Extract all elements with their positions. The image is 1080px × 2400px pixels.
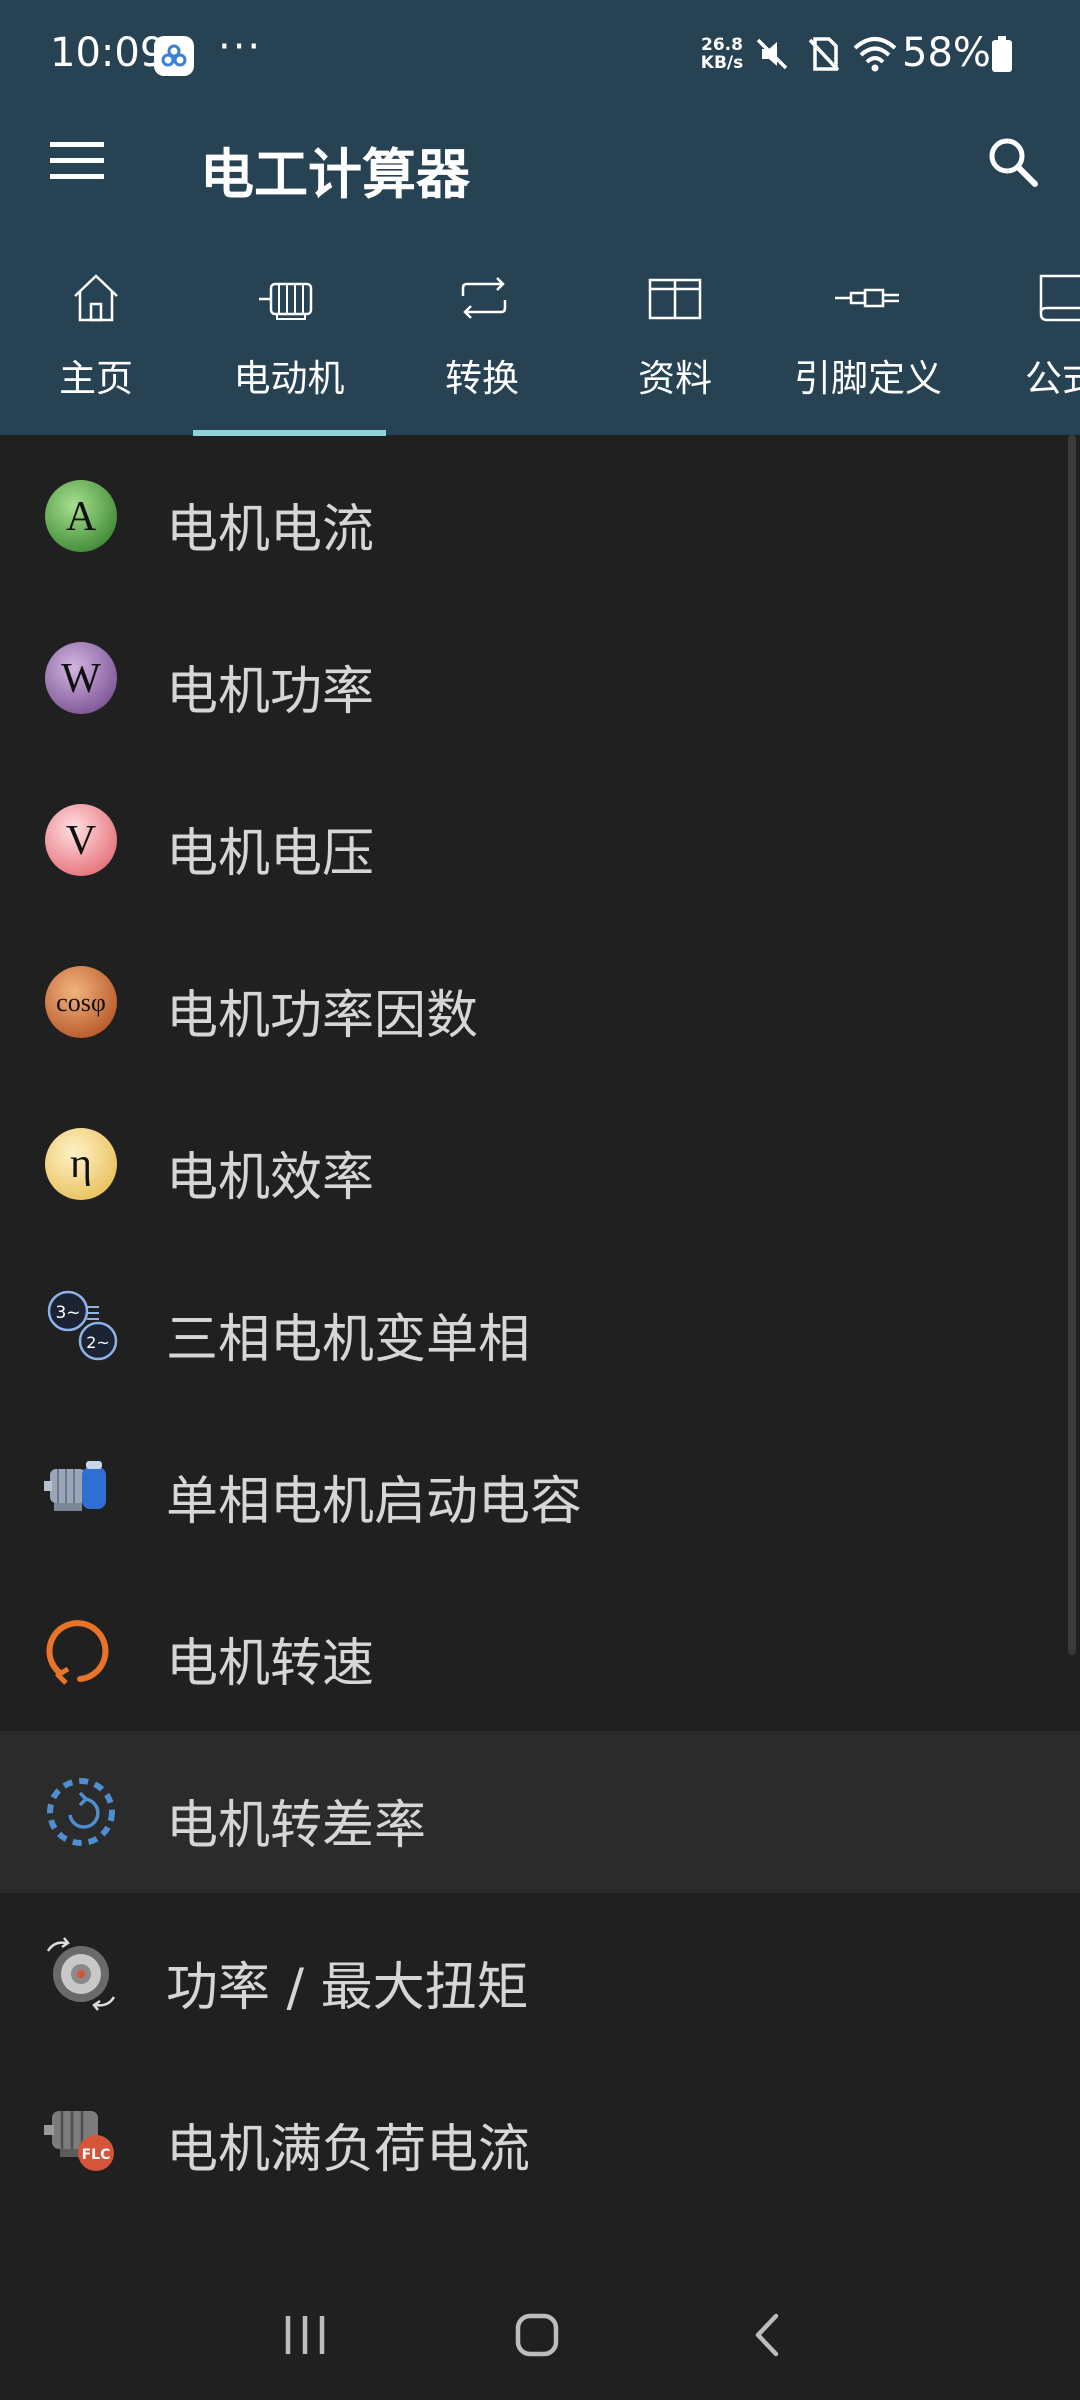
calculator-list: A 电机电流 W 电机功率 V 电机电压 cosφ 电机功率因数 η 电机效率 … — [0, 435, 1080, 2217]
list-item-label: 电机功率因数 — [166, 986, 479, 1046]
battery-percent: 58% — [902, 30, 991, 76]
circle-eta-icon: η — [44, 1127, 118, 1201]
circle-W-icon: W — [44, 641, 118, 715]
book-icon — [1039, 274, 1080, 322]
scrollbar[interactable] — [1068, 435, 1076, 1655]
list-item-label: 电机电压 — [166, 824, 375, 884]
tab-label: 主页 — [59, 357, 133, 400]
repeat-icon — [461, 277, 507, 319]
list-item-motor-slip[interactable]: 电机转差率 — [0, 1731, 1080, 1893]
rotation-arrow-icon — [44, 1613, 118, 1687]
list-item-label: 电机电流 — [166, 500, 375, 560]
tab-label: 资料 — [638, 357, 712, 400]
list-item-power-torque[interactable]: 功率 / 最大扭矩 — [0, 1893, 1080, 2055]
battery-icon — [990, 34, 1014, 78]
back-icon[interactable] — [744, 2310, 794, 2364]
svg-text:3~: 3~ — [55, 1303, 80, 1323]
tab-formula[interactable]: 公式 — [965, 260, 1080, 435]
list-item-start-capacitor[interactable]: 单相电机启动电容 — [0, 1407, 1080, 1569]
svg-text:cosφ: cosφ — [56, 988, 106, 1017]
status-time: 10:09 — [50, 30, 166, 76]
tab-label: 转换 — [445, 357, 519, 400]
list-item-label: 功率 / 最大扭矩 — [166, 1958, 529, 2018]
search-icon[interactable] — [985, 134, 1041, 194]
list-item-motor-voltage[interactable]: V 电机电压 — [0, 759, 1080, 921]
notification-app-icon — [154, 36, 194, 76]
system-nav-bar — [0, 2270, 1080, 2400]
svg-text:V: V — [66, 818, 96, 864]
list-item-label: 电机满负荷电流 — [166, 2120, 531, 2180]
more-notifications-icon: ··· — [218, 24, 263, 70]
circle-cos-icon: cosφ — [44, 965, 118, 1039]
home-button-icon[interactable] — [512, 2310, 562, 2364]
tab-label: 公式 — [1025, 357, 1080, 400]
list-item-label: 单相电机启动电容 — [166, 1472, 583, 1532]
svg-text:η: η — [70, 1141, 92, 1187]
list-item-three-to-single-phase[interactable]: 3~ 2~ 三相电机变单相 — [0, 1245, 1080, 1407]
tab-motor[interactable]: 电动机 — [193, 260, 385, 435]
tab-convert[interactable]: 转换 — [386, 260, 578, 435]
list-item-motor-current[interactable]: A 电机电流 — [0, 435, 1080, 597]
circle-A-icon: A — [44, 479, 118, 553]
list-item-power-factor[interactable]: cosφ 电机功率因数 — [0, 921, 1080, 1083]
list-item-label: 电机效率 — [166, 1148, 375, 1208]
menu-icon[interactable] — [50, 140, 104, 184]
status-bar: 10:09 ··· 26.8 KB/s 58% — [0, 0, 1080, 110]
list-item-motor-efficiency[interactable]: η 电机效率 — [0, 1083, 1080, 1245]
list-item-motor-speed[interactable]: 电机转速 — [0, 1569, 1080, 1731]
list-item-full-load-current[interactable]: FLC 电机满负荷电流 — [0, 2055, 1080, 2217]
svg-text:2~: 2~ — [86, 1333, 110, 1352]
motor-icon — [259, 282, 313, 320]
svg-text:A: A — [66, 494, 97, 540]
network-speed-value: 26.8 — [701, 35, 743, 55]
wifi-icon — [852, 34, 898, 78]
no-sim-icon — [804, 34, 844, 78]
motor-flc-icon: FLC — [44, 2099, 118, 2173]
list-item-label: 电机转速 — [166, 1634, 375, 1694]
tab-home[interactable]: 主页 — [0, 260, 192, 435]
recent-apps-icon[interactable] — [280, 2310, 330, 2364]
phase-convert-icon: 3~ 2~ — [44, 1289, 118, 1363]
connector-icon — [835, 288, 899, 308]
tab-label: 引脚定义 — [794, 357, 942, 400]
tab-data[interactable]: 资料 — [579, 260, 771, 435]
home-icon — [74, 274, 118, 322]
mute-icon — [752, 34, 792, 78]
list-item-label: 电机功率 — [166, 662, 375, 722]
table-icon — [648, 278, 702, 320]
motor-capacitor-icon — [44, 1451, 118, 1525]
svg-text:W: W — [61, 656, 101, 702]
tab-bar: 主页 电动机 转换 资料 引脚定义 公 — [0, 260, 1080, 435]
network-speed: 26.8 KB/s — [692, 36, 752, 72]
list-item-motor-power[interactable]: W 电机功率 — [0, 597, 1080, 759]
torque-icon — [44, 1937, 118, 2011]
list-item-label: 电机转差率 — [166, 1796, 427, 1856]
tab-pinout[interactable]: 引脚定义 — [772, 260, 964, 435]
app-title: 电工计算器 — [200, 143, 470, 206]
flc-badge-text: FLC — [82, 2147, 111, 2163]
app-bar: 电工计算器 主页 电动机 转换 资料 引脚定义 公 — [0, 110, 1080, 435]
circle-V-icon: V — [44, 803, 118, 877]
tab-label: 电动机 — [233, 357, 345, 400]
list-item-label: 三相电机变单相 — [166, 1310, 531, 1370]
slip-circle-icon — [44, 1775, 118, 1849]
network-speed-unit: KB/s — [700, 53, 744, 73]
